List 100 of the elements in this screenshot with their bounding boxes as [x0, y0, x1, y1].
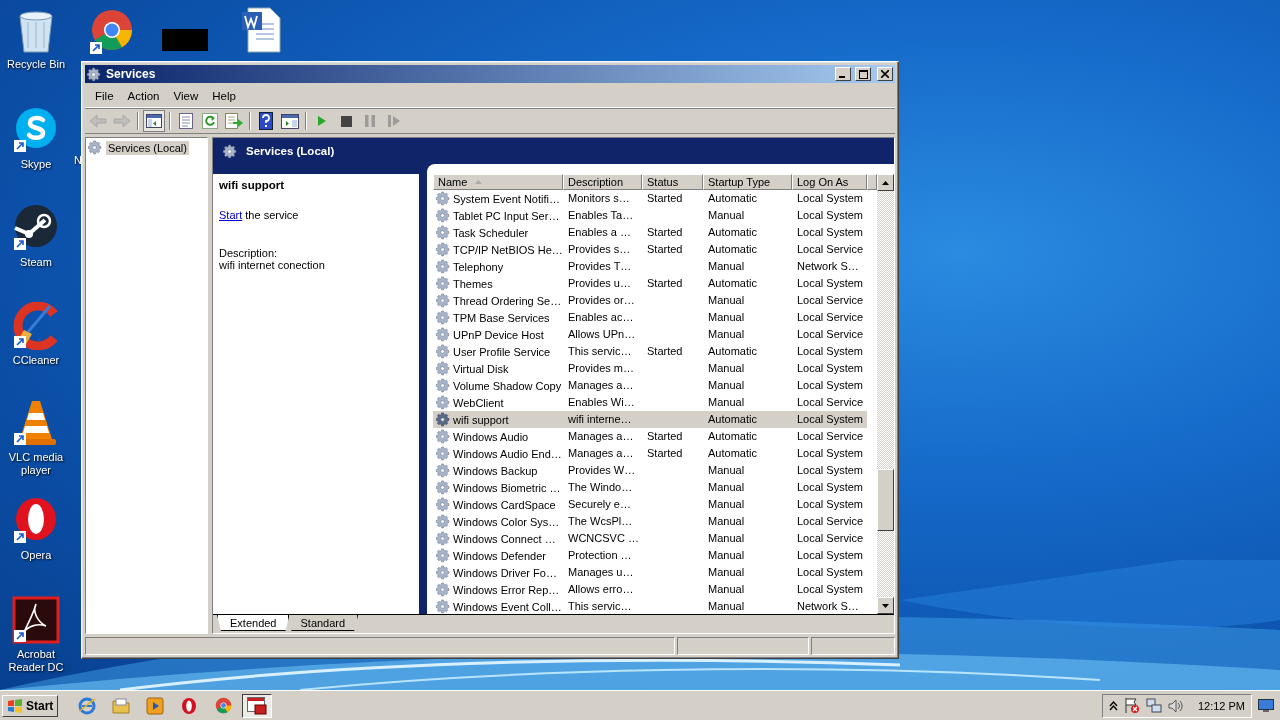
- clock[interactable]: 12:12 PM: [1197, 699, 1245, 712]
- table-row[interactable]: System Event Notifi… Monitors s… Started Automatic Local System: [433, 190, 867, 207]
- table-cell-text: Manual: [707, 395, 746, 410]
- table-row[interactable]: Telephony Provides T… Manual Network S…: [433, 258, 867, 275]
- table-row[interactable]: Windows Event Coll… This servic… Manual Network S…: [433, 598, 867, 614]
- gear-icon: [436, 310, 451, 325]
- scroll-down-button[interactable]: [877, 597, 894, 614]
- table-cell-text: Protection …: [567, 548, 633, 563]
- recycle-bin-icon[interactable]: [16, 8, 56, 54]
- table-cell-text: Automatic: [707, 412, 758, 427]
- tray-button[interactable]: [1123, 697, 1140, 714]
- service-name-cell: User Profile Service: [433, 343, 563, 360]
- column-header[interactable]: Name: [433, 174, 563, 190]
- table-row[interactable]: Thread Ordering Se… Provides or… Manual Local Service: [433, 292, 867, 309]
- steam-icon[interactable]: [12, 204, 60, 252]
- table-row[interactable]: User Profile Service This servic… Started Automatic Local System: [433, 343, 867, 360]
- table-cell-text: Provides m…: [567, 361, 636, 376]
- service-name-cell: System Event Notifi…: [433, 190, 563, 207]
- table-row[interactable]: TCP/IP NetBIOS He… Provides s… Started Automatic Local Service: [433, 241, 867, 258]
- table-cell-text: Started: [646, 446, 684, 461]
- tray-button[interactable]: [1108, 700, 1118, 711]
- table-cell-text: Local System: [796, 446, 865, 461]
- table-cell-text: Automatic: [707, 191, 758, 206]
- table-row[interactable]: Themes Provides u… Started Automatic Local System: [433, 275, 867, 292]
- table-cell-text: Local Service: [796, 310, 865, 325]
- chrome-icon: [214, 697, 232, 714]
- table-row[interactable]: Tablet PC Input Ser… Enables Ta… Manual Local System: [433, 207, 867, 224]
- vertical-scrollbar[interactable]: [877, 174, 894, 614]
- table-cell-text: Provides W…: [567, 463, 637, 478]
- table-cell-text: Securely e…: [567, 497, 632, 512]
- table-row[interactable]: TPM Base Services Enables ac… Manual Local Service: [433, 309, 867, 326]
- table-row[interactable]: UPnP Device Host Allows UPn… Manual Local Service: [433, 326, 867, 343]
- acrobat-icon[interactable]: [12, 596, 60, 644]
- table-row[interactable]: Windows Error Rep… Allows erro… Manual Local System: [433, 581, 867, 598]
- table-cell-text: Manual: [707, 293, 746, 308]
- table-cell-text: The Windo…: [567, 480, 634, 495]
- service-name-cell: Windows Biometric …: [433, 479, 563, 496]
- service-name-cell: Windows CardSpace: [433, 496, 563, 513]
- start-link[interactable]: Start: [219, 209, 243, 221]
- table-row[interactable]: Windows Color Sys… The WcsPl… Manual Local Service: [433, 513, 867, 530]
- desktop-icon-label: Opera: [20, 549, 52, 562]
- table-cell-text: Local System: [796, 276, 865, 291]
- ccleaner-icon[interactable]: [12, 302, 60, 350]
- service-name-cell: Windows Defender: [433, 547, 563, 564]
- menu-item[interactable]: Help: [206, 88, 242, 104]
- table-cell-text: Manual: [707, 497, 746, 512]
- properties-icon: [179, 113, 193, 129]
- table-row[interactable]: Windows Biometric … The Windo… Manual Local System: [433, 479, 867, 496]
- scroll-thumb[interactable]: [877, 469, 894, 531]
- table-row[interactable]: wifi support wifi interne… Automatic Local System: [433, 411, 867, 428]
- column-header[interactable]: Status: [642, 174, 703, 190]
- menu-item[interactable]: File: [89, 88, 120, 104]
- view-tab[interactable]: Extended: [217, 615, 290, 631]
- table-row[interactable]: Volume Shadow Copy Manages a… Manual Local System: [433, 377, 867, 394]
- gear-icon: [88, 140, 103, 155]
- table-row[interactable]: WebClient Enables Wi… Manual Local Service: [433, 394, 867, 411]
- gear-icon: [87, 66, 102, 82]
- column-header[interactable]: Log On As: [792, 174, 867, 190]
- table-cell-text: Local Service: [796, 429, 865, 444]
- tree-item[interactable]: Services (Local): [106, 140, 189, 155]
- desktop-icon-label: Recycle Bin: [6, 58, 66, 71]
- table-row[interactable]: Windows Defender Protection … Manual Local System: [433, 547, 867, 564]
- table-row[interactable]: Windows Driver Fo… Manages u… Manual Local System: [433, 564, 867, 581]
- taskbar-app-button[interactable]: [242, 693, 273, 718]
- help-icon: [259, 112, 273, 130]
- gear-icon: [436, 293, 451, 308]
- start-button[interactable]: Start: [2, 694, 59, 717]
- table-row[interactable]: Windows Audio End… Manages a… Started Automatic Local System: [433, 445, 867, 462]
- table-cell-text: Started: [646, 225, 684, 240]
- service-name-cell: Windows Audio End…: [433, 445, 563, 462]
- table-cell-text: Automatic: [707, 446, 758, 461]
- toolbar-button[interactable]: [143, 110, 165, 132]
- play-icon: [317, 115, 327, 127]
- table-row[interactable]: Windows Backup Provides W… Manual Local System: [433, 462, 867, 479]
- table-row[interactable]: Windows Connect … WCNCSVC … Manual Local Service: [433, 530, 867, 547]
- table-cell-text: Network S…: [796, 599, 860, 614]
- tray-button[interactable]: [1167, 698, 1184, 713]
- minimize-button[interactable]: [835, 67, 851, 81]
- table-cell-text: Enables Ta…: [567, 208, 635, 223]
- service-name-cell: TPM Base Services: [433, 309, 563, 326]
- service-name-cell: TCP/IP NetBIOS He…: [433, 241, 563, 258]
- start-service-text: Start the service: [219, 209, 300, 221]
- table-cell-text: Allows erro…: [567, 582, 635, 597]
- scroll-up-button[interactable]: [877, 174, 894, 191]
- service-name-cell: Task Scheduler: [433, 224, 563, 241]
- column-header[interactable]: Description: [563, 174, 642, 190]
- maximize-button[interactable]: [855, 67, 871, 81]
- column-header[interactable]: Startup Type: [703, 174, 792, 190]
- table-row[interactable]: Windows CardSpace Securely e… Manual Local System: [433, 496, 867, 513]
- menu-item[interactable]: Action: [121, 88, 166, 104]
- gear-icon: [436, 191, 451, 206]
- table-cell-text: Manual: [707, 463, 746, 478]
- table-row[interactable]: Virtual Disk Provides m… Manual Local System: [433, 360, 867, 377]
- menu-item[interactable]: View: [167, 88, 205, 104]
- table-cell-text: Local System: [796, 361, 865, 376]
- table-row[interactable]: Task Scheduler Enables a … Started Automatic Local System: [433, 224, 867, 241]
- table-row[interactable]: Windows Audio Manages a… Started Automatic Local Service: [433, 428, 867, 445]
- show-desktop-button[interactable]: [1258, 698, 1274, 713]
- table-cell-text: This servic…: [567, 344, 633, 359]
- close-button[interactable]: [877, 67, 893, 81]
